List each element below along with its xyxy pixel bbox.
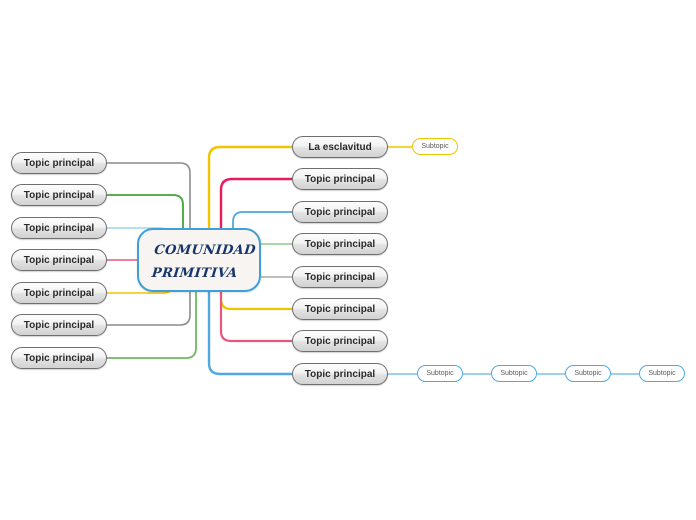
connector-right-8 [207,292,292,376]
central-node[interactable]: COMUNIDAD PRIMITIVA [137,228,261,292]
mindmap-canvas: COMUNIDAD PRIMITIVA Topic principal Topi… [0,0,696,520]
subtopic-label: Subtopic [421,143,449,150]
right-topic-node-4[interactable]: Topic principal [292,233,388,255]
central-node-label: COMUNIDAD PRIMITIVA [151,239,257,285]
subtopic-label: Subtopic [500,370,528,377]
node-label: Topic principal [23,222,95,234]
node-label: Topic principal [23,287,95,299]
node-label: Topic principal [304,271,376,283]
node-label: Topic principal [23,189,95,201]
node-label: Topic principal [304,238,376,250]
node-label: Topic principal [23,352,95,364]
connector-right-1 [207,145,292,228]
left-topic-node-6[interactable]: Topic principal [11,314,107,336]
left-topic-node-1[interactable]: Topic principal [11,152,107,174]
left-topic-node-3[interactable]: Topic principal [11,217,107,239]
node-label: Topic principal [23,157,95,169]
connector-right-7 [219,292,292,343]
subtopic-node-chain-1[interactable]: Subtopic [417,365,463,382]
left-topic-node-4[interactable]: Topic principal [11,249,107,271]
connector-left-2 [107,194,184,228]
right-topic-node-7[interactable]: Topic principal [292,330,388,352]
node-label: Topic principal [304,206,376,218]
connector-left-1 [107,162,191,228]
subtopic-label: Subtopic [426,370,454,377]
node-label: Topic principal [304,335,376,347]
node-label: La esclavitud [308,141,372,153]
central-node-line-1: COMUNIDAD [153,243,257,258]
connector-left-6 [107,292,191,326]
left-topic-node-7[interactable]: Topic principal [11,347,107,369]
node-label: Topic principal [304,173,376,185]
subtopic-label: Subtopic [648,370,676,377]
subtopic-node-chain-4[interactable]: Subtopic [639,365,685,382]
connector-right-6 [219,292,292,311]
subtopic-node-esclavitud-1[interactable]: Subtopic [412,138,458,155]
connector-right-3 [232,211,292,228]
node-label: Topic principal [304,368,376,380]
subtopic-node-chain-3[interactable]: Subtopic [565,365,611,382]
subtopic-label: Subtopic [574,370,602,377]
right-topic-node-8[interactable]: Topic principal [292,363,388,385]
left-topic-node-5[interactable]: Topic principal [11,282,107,304]
right-topic-node-2[interactable]: Topic principal [292,168,388,190]
node-label: Topic principal [23,319,95,331]
right-topic-node-6[interactable]: Topic principal [292,298,388,320]
right-topic-node-3[interactable]: Topic principal [292,201,388,223]
subtopic-node-chain-2[interactable]: Subtopic [491,365,537,382]
right-topic-node-esclavitud[interactable]: La esclavitud [292,136,388,158]
node-label: Topic principal [23,254,95,266]
central-node-line-2: PRIMITIVA [151,266,239,281]
connector-right-2 [219,177,292,228]
left-topic-node-2[interactable]: Topic principal [11,184,107,206]
right-topic-node-5[interactable]: Topic principal [292,266,388,288]
connector-left-7 [107,292,197,359]
node-label: Topic principal [304,303,376,315]
